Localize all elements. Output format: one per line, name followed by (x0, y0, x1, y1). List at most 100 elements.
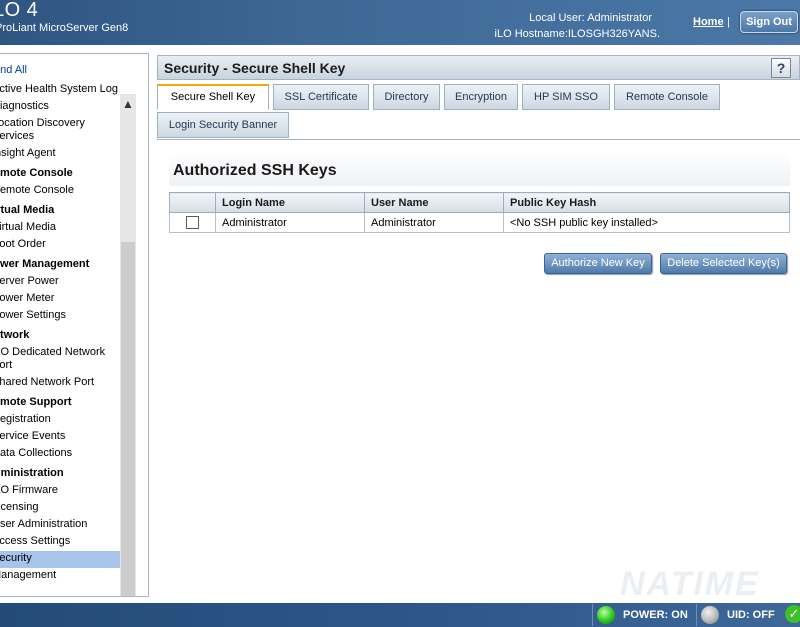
status-bar: POWER: ON UID: OFF ✓ (0, 603, 800, 627)
sidebar-item-label: Power Meter (0, 292, 55, 304)
sidebar-item-boot-order[interactable]: Boot Order (0, 237, 120, 254)
sidebar-item-label: Power Settings (0, 309, 66, 321)
sidebar-item-management[interactable]: Management (0, 568, 120, 585)
sidebar-item-server-power[interactable]: Server Power (0, 274, 120, 291)
tab-login-security-banner[interactable]: Login Security Banner (157, 112, 289, 138)
scroll-up-icon[interactable]: ▲ (120, 96, 136, 112)
hostname-label: iLO Hostname:ILOSGH326YANS. (494, 28, 660, 40)
nav-list: Active Health System Log Diagnostics Locat… (0, 82, 120, 585)
sidebar-item-label: Boot Order (0, 238, 46, 250)
tab-ssl-certificate[interactable]: SSL Certificate (273, 84, 369, 110)
row-select-cell (169, 212, 216, 233)
product-title: iLO 4 (0, 0, 39, 21)
ssh-keys-table: Login Name User Name Public Key Hash Adm… (169, 192, 790, 233)
sidebar-item-label: Power Management (0, 258, 90, 270)
power-status-text: POWER: ON (623, 609, 688, 621)
sidebar-item-label: Security (0, 552, 32, 564)
sidebar-item-access-settings[interactable]: Access Settings (0, 534, 120, 551)
sidebar-item-active-health-system-log[interactable]: Active Health System Log (0, 82, 120, 99)
section-title: Authorized SSH Keys (173, 162, 337, 179)
sidebar-item-licensing[interactable]: Licensing (0, 500, 120, 517)
sidebar-item-label: Active Health System Log (0, 83, 118, 95)
left-navigation: Expand All Active Health System Log Diagn… (0, 53, 149, 597)
tab-secure-shell-key[interactable]: Secure Shell Key (157, 84, 269, 110)
sidebar-item-label: Registration (0, 413, 51, 425)
sidebar-item-label: Management (0, 569, 57, 581)
table-row: Administrator Administrator <No SSH publ… (169, 212, 790, 233)
delete-selected-keys-button[interactable]: Delete Selected Key(s) (660, 253, 787, 274)
select-column-header (169, 192, 216, 213)
main-content: Security - Secure Shell Key ? Secure She… (157, 53, 800, 597)
sidebar-item-security[interactable]: Security (0, 551, 120, 568)
sidebar-item-label: Location Discovery Services (0, 117, 85, 142)
sidebar-item-label: Network (0, 329, 30, 341)
header-separator: | (727, 16, 730, 28)
sidebar-item-ilo-firmware[interactable]: iLO Firmware (0, 483, 120, 500)
sidebar-item-user-administration[interactable]: User Administration (0, 517, 120, 534)
power-status: POWER: ON (592, 604, 696, 626)
uid-status-text: UID: OFF (727, 609, 775, 621)
sidebar-item-insight-agent[interactable]: Insight Agent (0, 146, 120, 163)
sidebar-item-label: Remote Console (0, 167, 73, 179)
expand-all-link[interactable]: Expand All (0, 64, 27, 76)
session-info: Local User: Administrator iLO Hostname:I… (495, 10, 660, 42)
sidebar-item-registration[interactable]: Registration (0, 412, 120, 429)
page-title: Security - Secure Shell Key (164, 60, 346, 76)
tab-hp-sim-sso[interactable]: HP SIM SSO (522, 84, 610, 110)
sidebar-item-label: Virtual Media (0, 221, 56, 233)
column-header-user-name: User Name (364, 192, 504, 213)
sidebar-item-power-settings[interactable]: Power Settings (0, 308, 120, 325)
home-link[interactable]: Home (693, 16, 724, 28)
sidebar-item-label: Remote Console (0, 184, 74, 196)
sidebar-item-service-events[interactable]: Service Events (0, 429, 120, 446)
row-user-name: Administrator (364, 212, 504, 233)
sidebar-item-remote-console[interactable]: Remote Console (0, 183, 120, 200)
sidebar-item-label: Virtual Media (0, 204, 55, 216)
scroll-thumb[interactable] (121, 242, 135, 596)
power-led-icon (597, 606, 615, 624)
column-header-login-name: Login Name (215, 192, 365, 213)
sidebar-item-diagnostics[interactable]: Diagnostics (0, 99, 120, 116)
sidebar-item-virtual-media[interactable]: Virtual Media (0, 220, 120, 237)
sidebar-item-label: Insight Agent (0, 147, 56, 159)
nav-section-administration: Administration (0, 466, 120, 483)
uid-led-icon (701, 606, 719, 624)
sidebar-item-label: Diagnostics (0, 100, 49, 112)
health-check-icon[interactable]: ✓ (785, 605, 800, 623)
local-user-label: Local User: Administrator (529, 12, 652, 24)
sidebar-item-ilo-dedicated-network-port[interactable]: iLO Dedicated Network Port (0, 345, 120, 375)
nav-scrollbar[interactable]: ▲ ▼ (120, 94, 136, 596)
nav-section-network: Network (0, 328, 120, 345)
header-bar: iLO 4 ProLiant MicroServer Gen8 Local Us… (0, 0, 800, 45)
nav-section-remote-support: Remote Support (0, 395, 120, 412)
tab-encryption[interactable]: Encryption (444, 84, 518, 110)
sidebar-item-label: User Administration (0, 518, 88, 530)
table-header-row: Login Name User Name Public Key Hash (169, 192, 790, 213)
sidebar-item-label: iLO Dedicated Network Port (0, 346, 106, 371)
tab-directory[interactable]: Directory (373, 84, 440, 110)
tab-remote-console[interactable]: Remote Console (614, 84, 720, 110)
sidebar-item-location-discovery-services[interactable]: Location Discovery Services (0, 116, 120, 146)
row-select-checkbox[interactable] (186, 216, 199, 229)
help-icon[interactable]: ? (771, 58, 791, 78)
sidebar-item-label: Server Power (0, 275, 59, 287)
uid-status[interactable]: UID: OFF (696, 604, 782, 626)
tab-panel: Authorized SSH Keys Login Name User Name… (157, 139, 800, 597)
sidebar-item-label: Service Events (0, 430, 66, 442)
column-header-public-key-hash: Public Key Hash (503, 192, 790, 213)
nav-section-remote-console: Remote Console (0, 166, 120, 183)
sidebar-item-label: Shared Network Port (0, 376, 95, 388)
sign-out-button[interactable]: Sign Out (740, 11, 798, 33)
sidebar-item-label: Data Collections (0, 447, 73, 459)
sidebar-item-shared-network-port[interactable]: Shared Network Port (0, 375, 120, 392)
tab-bar: Secure Shell Key SSL Certificate Directory… (157, 84, 800, 144)
sidebar-item-label: Licensing (0, 501, 39, 513)
sidebar-item-power-meter[interactable]: Power Meter (0, 291, 120, 308)
sidebar-item-data-collections[interactable]: Data Collections (0, 446, 120, 463)
page-titlebar: Security - Secure Shell Key ? (157, 55, 800, 80)
sidebar-item-label: Remote Support (0, 396, 72, 408)
watermark-logo: NATIME (620, 565, 760, 603)
server-model: ProLiant MicroServer Gen8 (0, 22, 129, 34)
sidebar-item-label: Access Settings (0, 535, 71, 547)
authorize-new-key-button[interactable]: Authorize New Key (544, 253, 652, 274)
